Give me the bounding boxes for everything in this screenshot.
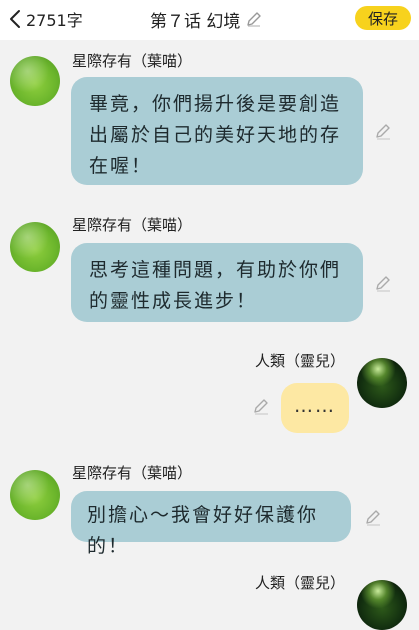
character-count: 2751字 [26,11,83,30]
pencil-icon[interactable] [374,122,392,140]
save-button[interactable]: 保存 [355,6,411,30]
chapter-title: 第７话 幻境 [150,11,241,32]
speaker-name: 人類（靈兒） [255,574,346,592]
avatar[interactable] [357,580,407,630]
chapter-title-area[interactable]: 第７话 幻境 [150,6,262,32]
speaker-name: 星際存有（葉喵） [72,464,193,482]
avatar[interactable] [10,56,60,106]
back-button[interactable]: 2751字 [8,6,83,32]
speaker-name: 人類（靈兒） [255,352,346,370]
top-bar: 2751字 第７话 幻境 保存 [0,0,419,40]
pencil-icon[interactable] [246,11,262,27]
pencil-icon[interactable] [374,274,392,292]
avatar[interactable] [10,470,60,520]
speaker-name: 星際存有（葉喵） [72,52,193,70]
pencil-icon[interactable] [252,397,270,415]
speaker-name: 星際存有（葉喵） [72,216,193,234]
avatar[interactable] [10,222,60,272]
message-bubble[interactable]: 別擔心～我會好好保護你的！ [71,491,351,557]
pencil-icon[interactable] [364,508,382,526]
message-bubble[interactable]: 畢竟，你們揚升後是要創造出屬於自己的美好天地的存在喔！ [71,77,363,185]
message-bubble[interactable]: 思考這種問題，有助於你們的靈性成長進步！ [71,243,363,322]
avatar[interactable] [357,358,407,408]
chevron-left-icon [10,10,20,28]
message-bubble[interactable]: …… [281,383,349,433]
